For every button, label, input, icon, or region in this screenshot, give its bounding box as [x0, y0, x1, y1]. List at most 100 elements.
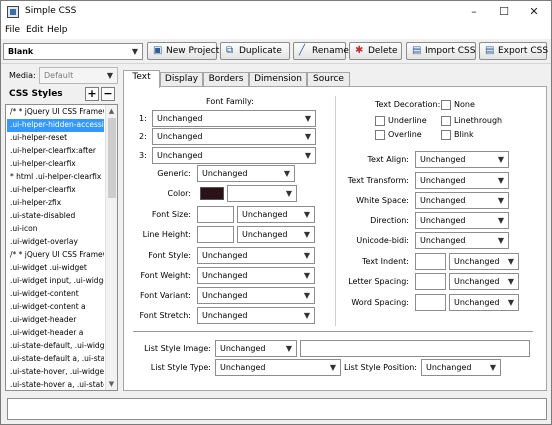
list-item[interactable]: * html .ui-helper-clearfix — [7, 171, 104, 184]
minimize-icon[interactable]: – — [459, 1, 489, 23]
chevron-down-icon: ▼ — [303, 251, 311, 260]
tab-dimension[interactable]: Dimension — [249, 72, 307, 87]
rename-icon: ╱ — [299, 45, 306, 56]
list-scrollbar[interactable]: ▲ ▼ — [105, 105, 117, 390]
list-item[interactable]: .ui-state-disabled — [7, 210, 104, 223]
new-project-button[interactable]: ▣ New Project — [147, 42, 219, 60]
remove-style-button[interactable]: − — [101, 87, 115, 101]
list-item-selected[interactable]: .ui-helper-hidden-accessib — [7, 119, 104, 132]
word-spacing-input[interactable] — [415, 294, 446, 311]
tab-borders[interactable]: Borders — [203, 72, 249, 87]
list-item[interactable]: .ui-icon — [7, 223, 104, 236]
stylesheet-select[interactable]: Blank ▼ — [3, 43, 143, 60]
font-size-unit-select[interactable]: Unchanged ▼ — [237, 206, 315, 223]
list-item[interactable]: /* * jQuery UI CSS Framew — [7, 249, 104, 262]
chevron-down-icon: ▼ — [497, 216, 505, 225]
font-weight-select[interactable]: Unchanged ▼ — [197, 267, 315, 284]
list-style-position-select[interactable]: Unchanged ▼ — [421, 359, 501, 376]
decoration-blink-checkbox[interactable] — [441, 130, 451, 140]
list-item[interactable]: .ui-helper-zfix — [7, 197, 104, 210]
generic-select[interactable]: Unchanged ▼ — [197, 165, 295, 182]
rename-button[interactable]: ╱ Rename — [293, 42, 349, 60]
list-style-image-value: Unchanged — [220, 344, 266, 353]
decoration-underline-label: Underline — [388, 116, 427, 125]
list-item[interactable]: .ui-widget-header — [7, 314, 104, 327]
font-family-3-select[interactable]: Unchanged ▼ — [152, 147, 316, 164]
letter-spacing-unit-select[interactable]: Unchanged ▼ — [449, 273, 519, 290]
font-style-select[interactable]: Unchanged ▼ — [197, 247, 315, 264]
chevron-down-icon: ▼ — [303, 210, 311, 219]
direction-select[interactable]: Unchanged ▼ — [415, 212, 509, 229]
scroll-up-icon[interactable]: ▲ — [106, 105, 117, 117]
list-item[interactable]: .ui-state-hover a, .ui-state — [7, 379, 104, 390]
font-size-input[interactable] — [197, 206, 234, 223]
add-style-button[interactable]: + — [85, 87, 99, 101]
text-align-select[interactable]: Unchanged ▼ — [415, 151, 509, 168]
css-styles-title: CSS Styles — [9, 89, 63, 99]
color-swatch[interactable] — [200, 187, 224, 200]
maximize-icon[interactable]: ☐ — [489, 1, 519, 23]
chevron-down-icon: ▼ — [497, 236, 505, 245]
duplicate-button[interactable]: ⧉ Duplicate — [220, 42, 290, 60]
tab-source[interactable]: Source — [307, 72, 350, 87]
list-item[interactable]: .ui-widget .ui-widget — [7, 262, 104, 275]
text-indent-input[interactable] — [415, 253, 446, 270]
letter-spacing-unit-value: Unchanged — [454, 277, 500, 286]
list-item[interactable]: .ui-widget-content — [7, 288, 104, 301]
menu-help[interactable]: Help — [47, 25, 68, 35]
chevron-down-icon: ▼ — [106, 71, 114, 80]
list-item[interactable]: .ui-state-hover, .ui-widget — [7, 366, 104, 379]
line-height-unit-select[interactable]: Unchanged ▼ — [237, 226, 315, 243]
line-height-unit-value: Unchanged — [242, 230, 288, 239]
export-css-button[interactable]: ▤ Export CSS — [479, 42, 548, 60]
tab-display[interactable]: Display — [160, 72, 203, 87]
tab-text[interactable]: Text — [123, 70, 160, 88]
list-item[interactable]: .ui-widget-content a — [7, 301, 104, 314]
menu-file[interactable]: File — [5, 25, 20, 35]
letter-spacing-input[interactable] — [415, 273, 446, 290]
list-style-image-select[interactable]: Unchanged ▼ — [215, 340, 297, 357]
export-icon: ▤ — [485, 45, 495, 56]
text-align-value: Unchanged — [420, 155, 466, 164]
font-family-2-select[interactable]: Unchanged ▼ — [152, 128, 316, 145]
title-bar: Simple CSS – ☐ ✕ — [1, 1, 551, 23]
font-family-1-select[interactable]: Unchanged ▼ — [152, 110, 316, 127]
list-item[interactable]: /* * jQuery UI CSS Framew — [7, 106, 104, 119]
unicode-bidi-select[interactable]: Unchanged ▼ — [415, 232, 509, 249]
line-height-input[interactable] — [197, 226, 234, 243]
unicode-bidi-value: Unchanged — [420, 236, 466, 245]
list-item[interactable]: .ui-helper-clearfix:after — [7, 145, 104, 158]
decoration-linethrough-checkbox[interactable] — [441, 116, 451, 126]
list-item[interactable]: .ui-helper-clearfix — [7, 184, 104, 197]
import-css-button[interactable]: ▤ Import CSS — [406, 42, 476, 60]
list-item[interactable]: .ui-state-default, .ui-widge — [7, 340, 104, 353]
font-style-value: Unchanged — [202, 251, 248, 260]
close-icon[interactable]: ✕ — [519, 1, 549, 23]
decoration-none-checkbox[interactable] — [441, 100, 451, 110]
list-style-image-url-input[interactable] — [300, 340, 530, 357]
word-spacing-unit-select[interactable]: Unchanged ▼ — [449, 294, 519, 311]
list-item[interactable]: .ui-helper-clearfix — [7, 158, 104, 171]
text-transform-select[interactable]: Unchanged ▼ — [415, 172, 509, 189]
list-item[interactable]: .ui-helper-reset — [7, 132, 104, 145]
scroll-down-icon[interactable]: ▼ — [106, 378, 117, 390]
menu-edit[interactable]: Edit — [26, 25, 43, 35]
list-item[interactable]: .ui-widget input, .ui-widget — [7, 275, 104, 288]
scroll-thumb[interactable] — [108, 118, 116, 198]
decoration-overline-checkbox[interactable] — [375, 130, 385, 140]
list-item[interactable]: .ui-state-default a, .ui-stat — [7, 353, 104, 366]
list-style-type-select[interactable]: Unchanged ▼ — [215, 359, 341, 376]
import-icon: ▤ — [412, 45, 422, 56]
menu-bar: File Edit Help — [1, 23, 551, 39]
delete-button[interactable]: ✱ Delete — [349, 42, 402, 60]
white-space-select[interactable]: Unchanged ▼ — [415, 192, 509, 209]
color-select[interactable]: ▼ — [227, 185, 297, 202]
list-item[interactable]: .ui-widget-header a — [7, 327, 104, 340]
font-stretch-value: Unchanged — [202, 311, 248, 320]
font-stretch-select[interactable]: Unchanged ▼ — [197, 307, 315, 324]
list-item[interactable]: .ui-widget-overlay — [7, 236, 104, 249]
text-indent-unit-select[interactable]: Unchanged ▼ — [449, 253, 519, 270]
font-variant-select[interactable]: Unchanged ▼ — [197, 287, 315, 304]
toolbar: Blank ▼ ▣ New Project ⧉ Duplicate ╱ Rena… — [1, 40, 551, 64]
decoration-underline-checkbox[interactable] — [375, 116, 385, 126]
